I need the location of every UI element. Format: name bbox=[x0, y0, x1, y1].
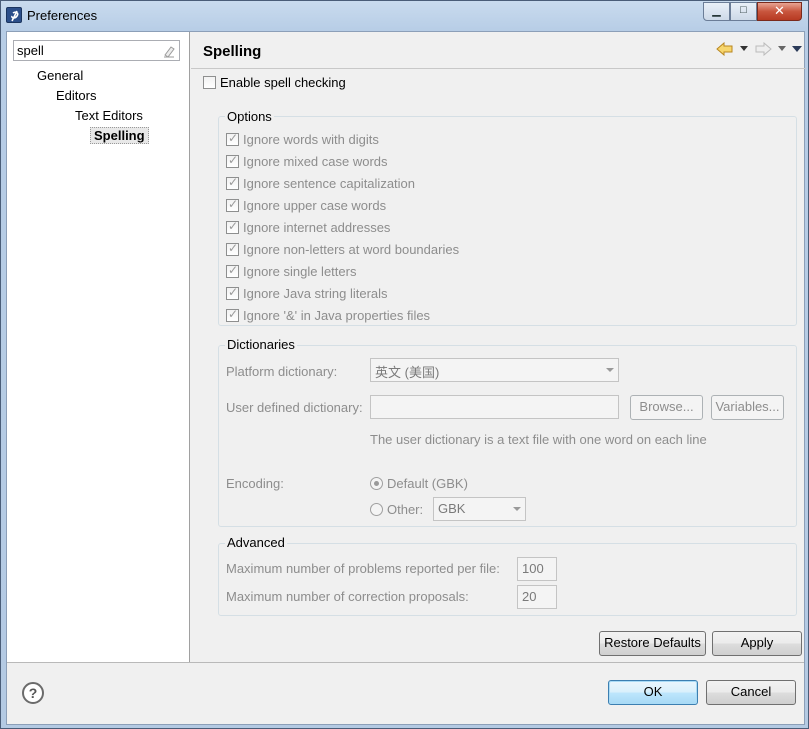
user-dictionary-input[interactable] bbox=[370, 395, 619, 419]
option-row[interactable]: Ignore internet addresses bbox=[226, 219, 391, 235]
option-row[interactable]: Ignore words with digits bbox=[226, 131, 379, 147]
max-proposals-label: Maximum number of correction proposals: bbox=[226, 589, 469, 604]
ok-button[interactable]: OK bbox=[608, 680, 698, 705]
maximize-button[interactable]: □ bbox=[730, 2, 757, 21]
help-icon[interactable]: ? bbox=[22, 682, 44, 704]
close-button[interactable]: ✕ bbox=[757, 2, 802, 21]
tree-item-general[interactable]: General bbox=[37, 68, 83, 83]
option-row[interactable]: Ignore Java string literals bbox=[226, 285, 388, 301]
browse-button[interactable]: Browse... bbox=[630, 395, 703, 420]
forward-dropdown-icon[interactable] bbox=[778, 46, 786, 52]
option-row[interactable]: Ignore single letters bbox=[226, 263, 357, 279]
platform-dictionary-label: Platform dictionary: bbox=[226, 364, 338, 379]
option-checkbox[interactable] bbox=[226, 241, 239, 256]
option-checkbox[interactable] bbox=[226, 175, 239, 190]
window-title: Preferences bbox=[27, 8, 98, 23]
option-row[interactable]: Ignore sentence capitalization bbox=[226, 175, 416, 191]
option-label: Ignore mixed case words bbox=[243, 154, 388, 169]
option-checkbox[interactable] bbox=[226, 263, 239, 278]
option-label: Ignore internet addresses bbox=[243, 220, 391, 235]
restore-defaults-button[interactable]: Restore Defaults bbox=[599, 631, 706, 656]
minimize-button[interactable]: ▁ bbox=[703, 2, 730, 21]
encoding-other-select[interactable]: GBK bbox=[433, 497, 526, 521]
options-group-label: Options bbox=[225, 109, 274, 124]
back-arrow-icon[interactable] bbox=[716, 42, 734, 56]
eclipse-app-icon bbox=[6, 7, 22, 23]
option-row[interactable]: Ignore '&' in Java properties files bbox=[226, 307, 431, 323]
preferences-window: Preferences ▁ □ ✕ General Editors Text E… bbox=[0, 0, 809, 729]
option-checkbox[interactable] bbox=[226, 285, 239, 300]
option-checkbox[interactable] bbox=[226, 307, 239, 322]
tree-item-spelling[interactable]: Spelling bbox=[90, 127, 149, 144]
option-checkbox[interactable] bbox=[226, 197, 239, 212]
platform-dictionary-value: 英文 (美国) bbox=[375, 365, 440, 380]
cancel-button[interactable]: Cancel bbox=[706, 680, 796, 705]
option-label: Ignore non-letters at word boundaries bbox=[243, 242, 460, 257]
encoding-label: Encoding: bbox=[226, 476, 284, 491]
filter-box bbox=[13, 40, 180, 61]
variables-button[interactable]: Variables... bbox=[711, 395, 784, 420]
option-label: Ignore single letters bbox=[243, 264, 357, 279]
encoding-default-label: Default (GBK) bbox=[387, 476, 468, 491]
forward-arrow-icon[interactable] bbox=[754, 42, 772, 56]
encoding-default-radio[interactable] bbox=[370, 477, 383, 490]
tree-item-text-editors[interactable]: Text Editors bbox=[75, 108, 143, 123]
title-bar[interactable]: Preferences ▁ □ ✕ bbox=[1, 1, 808, 31]
preference-page: Spelling Enable spell checking Options I… bbox=[191, 32, 806, 662]
option-checkbox[interactable] bbox=[226, 219, 239, 234]
option-label: Ignore sentence capitalization bbox=[243, 176, 416, 191]
window-controls: ▁ □ ✕ bbox=[703, 2, 802, 21]
encoding-other-label: Other: bbox=[387, 502, 424, 517]
enable-spell-checking-row[interactable]: Enable spell checking bbox=[203, 75, 346, 90]
max-problems-input[interactable]: 100 bbox=[517, 557, 557, 581]
close-icon: ✕ bbox=[774, 3, 785, 18]
encoding-other-radio[interactable] bbox=[370, 503, 383, 516]
option-row[interactable]: Ignore non-letters at word boundaries bbox=[226, 241, 460, 257]
maximize-icon: □ bbox=[740, 4, 747, 16]
page-navigation bbox=[716, 42, 802, 56]
advanced-group-label: Advanced bbox=[225, 535, 287, 550]
title-separator bbox=[191, 68, 806, 69]
clear-filter-icon[interactable] bbox=[162, 44, 176, 61]
page-title: Spelling bbox=[203, 43, 262, 60]
user-dictionary-hint: The user dictionary is a text file with … bbox=[370, 432, 707, 447]
chevron-down-icon bbox=[606, 368, 614, 372]
encoding-default-row[interactable]: Default (GBK) bbox=[370, 476, 468, 491]
view-menu-icon[interactable] bbox=[792, 46, 802, 52]
option-label: Ignore words with digits bbox=[243, 132, 379, 147]
button-bar-separator bbox=[7, 662, 804, 663]
enable-spell-checking-checkbox[interactable] bbox=[203, 76, 216, 89]
advanced-group bbox=[218, 543, 797, 616]
option-checkbox[interactable] bbox=[226, 153, 239, 168]
chevron-down-icon bbox=[513, 507, 521, 511]
enable-spell-checking-label: Enable spell checking bbox=[220, 75, 346, 90]
option-label: Ignore upper case words bbox=[243, 198, 387, 213]
dialog-client-area: General Editors Text Editors Spelling Sp… bbox=[6, 31, 806, 725]
user-dictionary-label: User defined dictionary: bbox=[226, 400, 363, 415]
option-row[interactable]: Ignore upper case words bbox=[226, 197, 387, 213]
option-row[interactable]: Ignore mixed case words bbox=[226, 153, 388, 169]
back-dropdown-icon[interactable] bbox=[740, 46, 748, 52]
tree-item-editors[interactable]: Editors bbox=[56, 88, 96, 103]
dictionaries-group-label: Dictionaries bbox=[225, 337, 297, 352]
encoding-other-row[interactable]: Other: bbox=[370, 502, 423, 517]
option-label: Ignore '&' in Java properties files bbox=[243, 308, 431, 323]
filter-input[interactable] bbox=[14, 41, 154, 60]
max-proposals-input[interactable]: 20 bbox=[517, 585, 557, 609]
apply-button[interactable]: Apply bbox=[712, 631, 802, 656]
platform-dictionary-select[interactable]: 英文 (美国) bbox=[370, 358, 619, 382]
encoding-other-value: GBK bbox=[438, 501, 466, 516]
minimize-icon: ▁ bbox=[712, 5, 721, 17]
preference-tree-pane: General Editors Text Editors Spelling bbox=[7, 32, 190, 662]
option-checkbox[interactable] bbox=[226, 131, 239, 146]
max-problems-label: Maximum number of problems reported per … bbox=[226, 561, 500, 576]
option-label: Ignore Java string literals bbox=[243, 286, 388, 301]
